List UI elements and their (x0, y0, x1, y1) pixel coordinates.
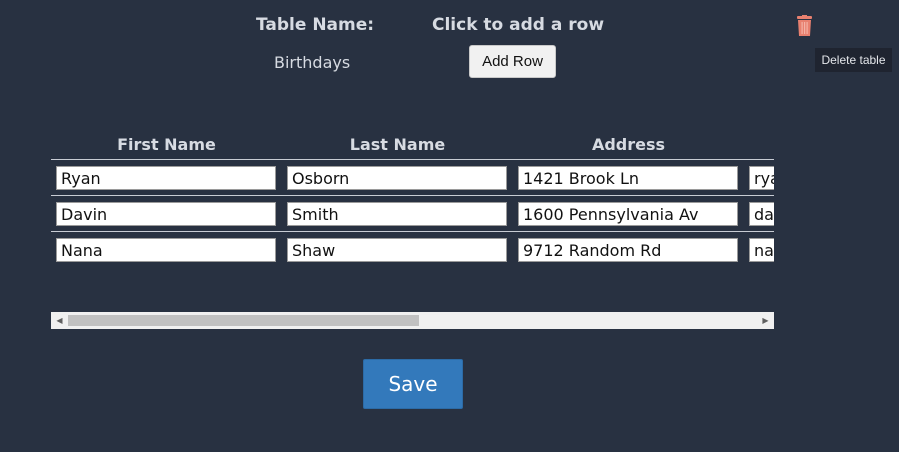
table-name-value[interactable]: Birthdays (274, 53, 350, 72)
email-input[interactable] (749, 238, 774, 262)
last-name-input[interactable] (287, 202, 507, 226)
column-header-first-name: First Name (117, 135, 216, 154)
scrollbar-thumb[interactable] (68, 315, 419, 326)
row-divider (51, 159, 774, 160)
email-input[interactable] (749, 166, 774, 190)
add-row-button[interactable]: Add Row (469, 45, 556, 78)
column-header-address: Address (591, 135, 666, 154)
first-name-input[interactable] (56, 238, 276, 262)
first-name-input[interactable] (56, 202, 276, 226)
save-button[interactable]: Save (363, 359, 463, 409)
address-input[interactable] (518, 202, 738, 226)
last-name-input[interactable] (287, 166, 507, 190)
scroll-right-arrow-icon[interactable]: ▶ (758, 312, 773, 329)
first-name-input[interactable] (56, 166, 276, 190)
trash-icon (797, 15, 812, 36)
table-viewport: First Name Last Name Address (51, 132, 774, 312)
row-divider (51, 195, 774, 196)
column-header-last-name: Last Name (349, 135, 446, 154)
horizontal-scrollbar[interactable]: ◀ ▶ (51, 312, 774, 329)
scroll-left-arrow-icon[interactable]: ◀ (52, 312, 67, 329)
email-input[interactable] (749, 202, 774, 226)
row-divider (51, 231, 774, 232)
table-name-label: Table Name: (256, 15, 375, 35)
add-row-label: Click to add a row (432, 15, 605, 35)
address-input[interactable] (518, 238, 738, 262)
delete-table-tooltip: Delete table (815, 48, 892, 72)
delete-table-button[interactable] (794, 15, 815, 37)
address-input[interactable] (518, 166, 738, 190)
last-name-input[interactable] (287, 238, 507, 262)
